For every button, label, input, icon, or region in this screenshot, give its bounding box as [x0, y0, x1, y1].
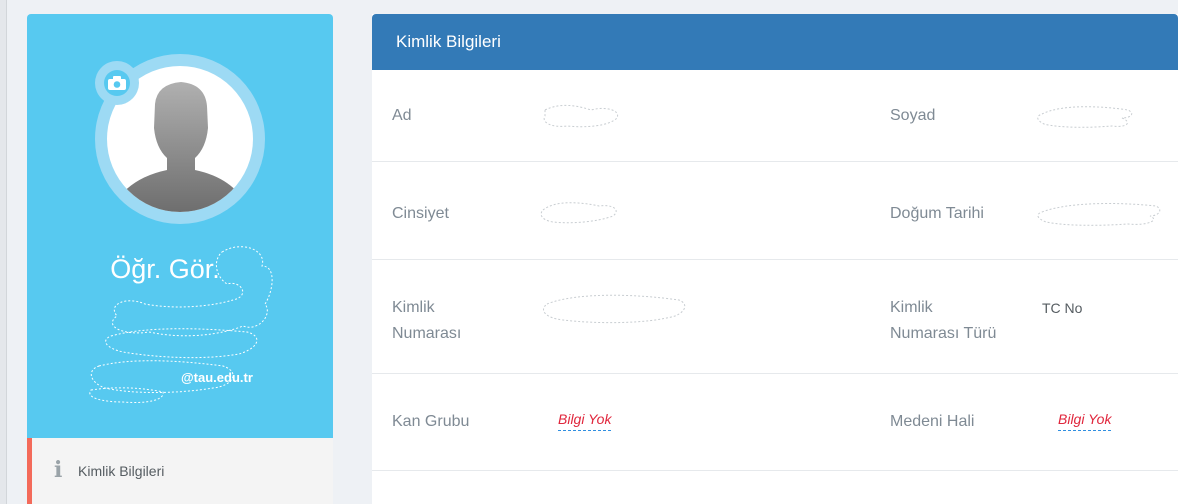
field-label-kimlik-numarasi-line2: Numarası: [392, 325, 462, 342]
field-label-cinsiyet: Cinsiyet: [392, 205, 449, 222]
field-label-kimlik-numarasi-turu-line2: Numarası Türü: [890, 325, 997, 342]
edit-medeni-hali-link[interactable]: Bilgi Yok: [1058, 411, 1112, 431]
redacted-value-dogum-tarihi: [1037, 203, 1161, 226]
redacted-value-soyad: [1037, 106, 1133, 128]
field-label-kimlik-numarasi-line1: Kimlik: [392, 299, 435, 316]
profile-card: Öğr. Gör. @tau.edu.tr i Kimlik Bilgileri: [27, 14, 333, 504]
redacted-value-cinsiyet: [540, 202, 617, 224]
profile-header: Öğr. Gör. @tau.edu.tr: [27, 14, 333, 438]
menu-item-kimlik-bilgileri[interactable]: i Kimlik Bilgileri: [27, 438, 333, 504]
field-label-kimlik-numarasi-turu-line1: Kimlik: [890, 299, 933, 316]
info-icon: i: [54, 457, 63, 483]
field-label-medeni-hali: Medeni Hali: [890, 413, 975, 430]
panel-header: Kimlik Bilgileri: [372, 14, 1178, 70]
redacted-value-kimlik-numarasi: [543, 294, 686, 324]
identity-panel: Kimlik Bilgileri Ad Soyad Cinsiyet Doğum…: [372, 14, 1178, 504]
redacted-value-ad: [543, 104, 619, 128]
field-label-dogum-tarihi: Doğum Tarihi: [890, 205, 984, 222]
field-label-soyad: Soyad: [890, 107, 936, 124]
field-label-kan-grubu: Kan Grubu: [392, 413, 470, 430]
user-email: @tau.edu.tr: [181, 370, 253, 385]
user-title: Öğr. Gör.: [110, 254, 220, 284]
left-window-edge: [0, 0, 7, 504]
field-row: Kimlik Numarası Kimlik Numarası Türü TC …: [372, 260, 1178, 374]
field-value-kimlik-numarasi-turu: TC No: [1042, 300, 1083, 316]
field-row: Cinsiyet Doğum Tarihi: [372, 162, 1178, 260]
menu-item-label: Kimlik Bilgileri: [78, 463, 165, 479]
camera-icon: [108, 76, 126, 90]
change-photo-button[interactable]: [95, 61, 139, 105]
field-label-ad: Ad: [392, 107, 412, 124]
field-row: Ad Soyad: [372, 70, 1178, 162]
edit-kan-grubu-link[interactable]: Bilgi Yok: [558, 411, 612, 431]
field-row: Kan Grubu Bilgi Yok Medeni Hali Bilgi Yo…: [372, 374, 1178, 471]
panel-title: Kimlik Bilgileri: [396, 32, 501, 51]
